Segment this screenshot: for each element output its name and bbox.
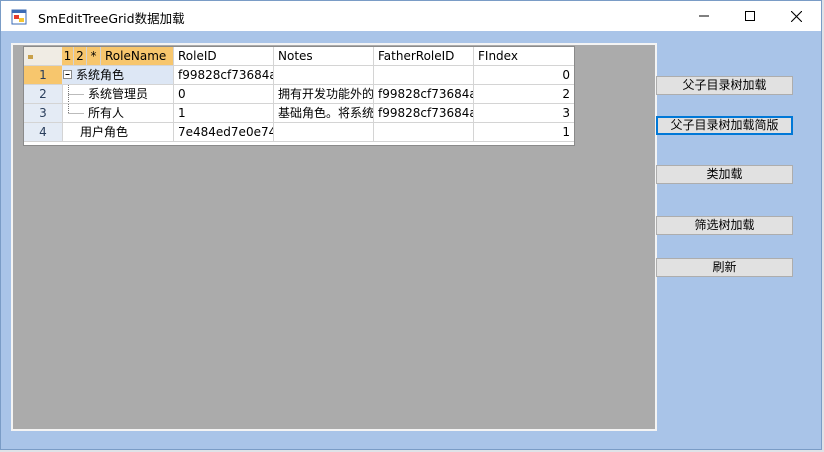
- notes-cell[interactable]: 基础角色。将系统: [274, 104, 374, 123]
- rolename-cell[interactable]: 所有人: [62, 104, 174, 123]
- rolename-cell[interactable]: 用户角色: [62, 123, 174, 142]
- fatherroleid-cell[interactable]: f99828cf73684a5: [374, 104, 474, 123]
- grid-header-row: 1 2 * RoleName RoleID Notes FatherRoleID…: [24, 47, 574, 66]
- tree-load-button[interactable]: 父子目录树加载: [656, 76, 793, 95]
- refresh-button[interactable]: 刷新: [656, 258, 793, 277]
- fatherroleid-cell[interactable]: [374, 66, 474, 85]
- tree-line-icon: [62, 85, 88, 103]
- row-number[interactable]: 1: [24, 66, 63, 85]
- roleid-cell[interactable]: 7e484ed7e0e745: [174, 123, 274, 142]
- tree-line-icon: [62, 104, 88, 122]
- minimize-button[interactable]: [681, 1, 727, 31]
- findex-cell[interactable]: 3: [474, 104, 574, 123]
- title-bar[interactable]: SmEditTreeGrid数据加载: [1, 1, 821, 31]
- maximize-button[interactable]: [727, 1, 773, 31]
- collapse-icon[interactable]: [63, 67, 76, 85]
- roleid-cell[interactable]: f99828cf73684a5: [174, 66, 274, 85]
- window-title: SmEditTreeGrid数据加载: [38, 11, 185, 26]
- app-window: SmEditTreeGrid数据加载 1 2 * RoleName RoleID…: [0, 0, 822, 450]
- rolename-text: 系统管理员: [88, 87, 149, 101]
- rolename-text: 用户角色: [80, 125, 129, 139]
- column-header-rolename[interactable]: RoleName: [101, 47, 174, 66]
- filter-tree-load-button[interactable]: 筛选树加载: [656, 216, 793, 235]
- findex-cell[interactable]: 1: [474, 123, 574, 142]
- grid-panel: 1 2 * RoleName RoleID Notes FatherRoleID…: [11, 43, 657, 431]
- group-header-2[interactable]: 2: [74, 47, 87, 66]
- tree-load-simple-button[interactable]: 父子目录树加载简版: [656, 116, 793, 135]
- rolename-text: 所有人: [88, 106, 125, 120]
- notes-cell[interactable]: [274, 123, 374, 142]
- rolename-text: 系统角色: [76, 68, 125, 82]
- roleid-cell[interactable]: 0: [174, 85, 274, 104]
- column-header-roleid[interactable]: RoleID: [174, 47, 274, 66]
- findex-cell[interactable]: 0: [474, 66, 574, 85]
- table-row[interactable]: 3 所有人 1 基础角色。将系统 f99828cf73684a5 3: [24, 104, 574, 123]
- close-button[interactable]: [773, 1, 819, 31]
- column-header-fatherroleid[interactable]: FatherRoleID: [374, 47, 474, 66]
- class-load-button[interactable]: 类加载: [656, 165, 793, 184]
- roleid-cell[interactable]: 1: [174, 104, 274, 123]
- notes-cell[interactable]: 拥有开发功能外的: [274, 85, 374, 104]
- group-header-star[interactable]: *: [87, 47, 101, 66]
- row-number[interactable]: 3: [24, 104, 63, 123]
- app-icon: [11, 9, 27, 25]
- row-number[interactable]: 2: [24, 85, 63, 104]
- column-header-notes[interactable]: Notes: [274, 47, 374, 66]
- group-header-1[interactable]: 1: [62, 47, 74, 66]
- table-row[interactable]: 4 用户角色 7e484ed7e0e745 1: [24, 123, 574, 142]
- rolename-cell[interactable]: 系统角色: [62, 66, 174, 85]
- column-header-findex[interactable]: FIndex: [474, 47, 574, 66]
- client-area: 1 2 * RoleName RoleID Notes FatherRoleID…: [1, 31, 821, 449]
- rolename-cell[interactable]: 系统管理员: [62, 85, 174, 104]
- table-row[interactable]: 1 系统角色 f99828cf73684a5 0: [24, 66, 574, 85]
- fatherroleid-cell[interactable]: f99828cf73684a5: [374, 85, 474, 104]
- fatherroleid-cell[interactable]: [374, 123, 474, 142]
- row-number[interactable]: 4: [24, 123, 63, 142]
- tree-grid[interactable]: 1 2 * RoleName RoleID Notes FatherRoleID…: [23, 46, 575, 146]
- findex-cell[interactable]: 2: [474, 85, 574, 104]
- table-row[interactable]: 2 系统管理员 0 拥有开发功能外的 f99828cf73684a5 2: [24, 85, 574, 104]
- grid-corner[interactable]: [24, 47, 63, 66]
- notes-cell[interactable]: [274, 66, 374, 85]
